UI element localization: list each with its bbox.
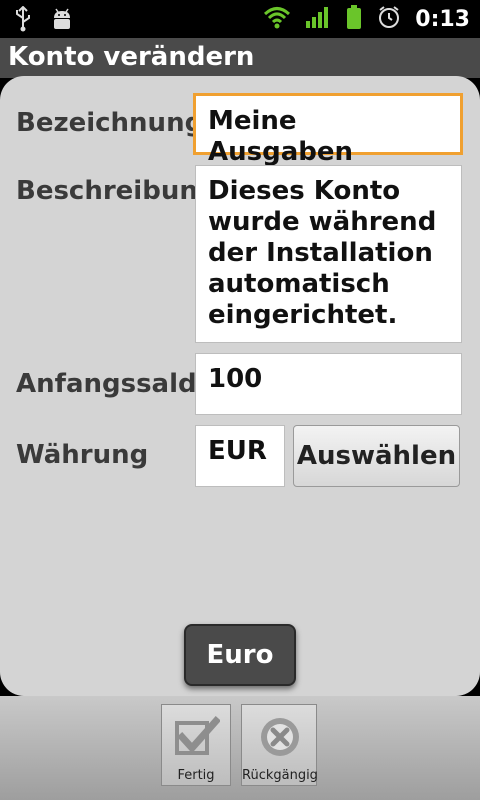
usb-icon (14, 5, 32, 36)
page-title: Konto verändern (8, 42, 255, 72)
name-field[interactable]: Meine Ausgaben (193, 93, 463, 167)
wifi-icon (263, 5, 291, 33)
bottom-toolbar: Fertig Rückgängig (0, 696, 480, 800)
status-time: 0:13 (415, 6, 470, 32)
currency-label: Währung (16, 440, 149, 470)
undo-label: Rückgängig (242, 768, 318, 783)
select-currency-button[interactable]: Auswählen (293, 425, 460, 487)
alarm-icon (377, 5, 401, 33)
signal-icon (305, 5, 331, 33)
description-field[interactable]: Dieses Konto wurde während der Installat… (195, 165, 462, 343)
battery-icon (345, 4, 363, 34)
android-debug-icon (50, 7, 74, 35)
done-button[interactable]: Fertig (161, 704, 231, 786)
checkmark-icon (175, 716, 220, 755)
opening-balance-field[interactable]: 100 (195, 353, 462, 415)
title-bar: Konto verändern (0, 38, 480, 78)
status-bar: 0:13 (0, 0, 480, 38)
cancel-icon (261, 718, 299, 756)
description-label: Beschreibung (16, 176, 217, 206)
currency-field[interactable]: EUR (195, 425, 285, 487)
undo-button[interactable]: Rückgängig (241, 704, 318, 786)
status-left-icons (14, 5, 74, 36)
done-label: Fertig (177, 768, 215, 783)
name-label: Bezeichnung (16, 108, 204, 138)
status-right-icons: 0:13 (263, 4, 470, 34)
opening-balance-label: Anfangssaldo (16, 369, 215, 399)
toast-message: Euro (184, 624, 296, 686)
